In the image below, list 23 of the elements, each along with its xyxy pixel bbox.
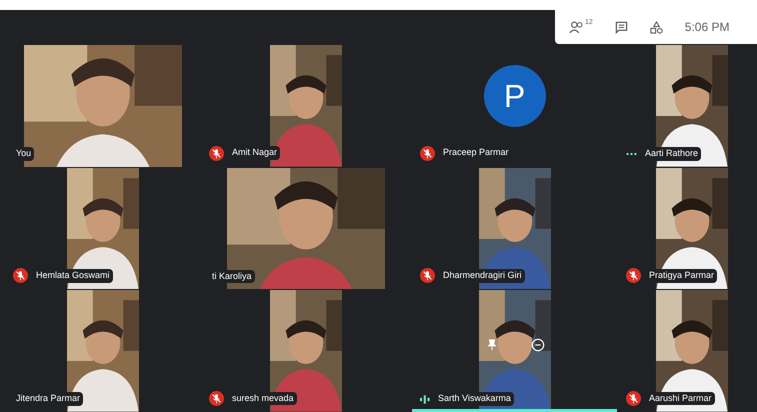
clock-time: 5:06 PM: [684, 19, 730, 36]
mic-off-icon: [209, 146, 224, 161]
mic-off-icon: [13, 268, 28, 284]
avatar: P: [484, 64, 546, 127]
people-icon: [569, 20, 585, 34]
minus-circle-icon[interactable]: [530, 338, 544, 352]
video-tile[interactable]: Sarth Viswakarma: [412, 290, 617, 412]
mic-off-icon: [420, 146, 435, 161]
dots-icon: [626, 152, 637, 156]
participant-name: Aarti Rathore: [642, 147, 702, 161]
audio-level-icon: [420, 394, 430, 404]
participant-name: Jitendra Parmar: [13, 392, 84, 406]
shapes-icon[interactable]: [650, 20, 663, 34]
pin-icon[interactable]: [484, 338, 498, 352]
mic-off-icon: [626, 268, 641, 284]
participant-name: suresh mevada: [229, 392, 297, 406]
participant-name: Sarth Viswakarma: [435, 392, 514, 406]
mic-off-icon: [420, 268, 435, 284]
participant-name: Aarushi Parmar: [646, 392, 715, 406]
chat-icon[interactable]: [614, 20, 628, 34]
participant-name: Amit Nagar: [229, 146, 280, 160]
mic-off-icon: [626, 390, 641, 406]
mic-off-icon: [209, 390, 224, 406]
